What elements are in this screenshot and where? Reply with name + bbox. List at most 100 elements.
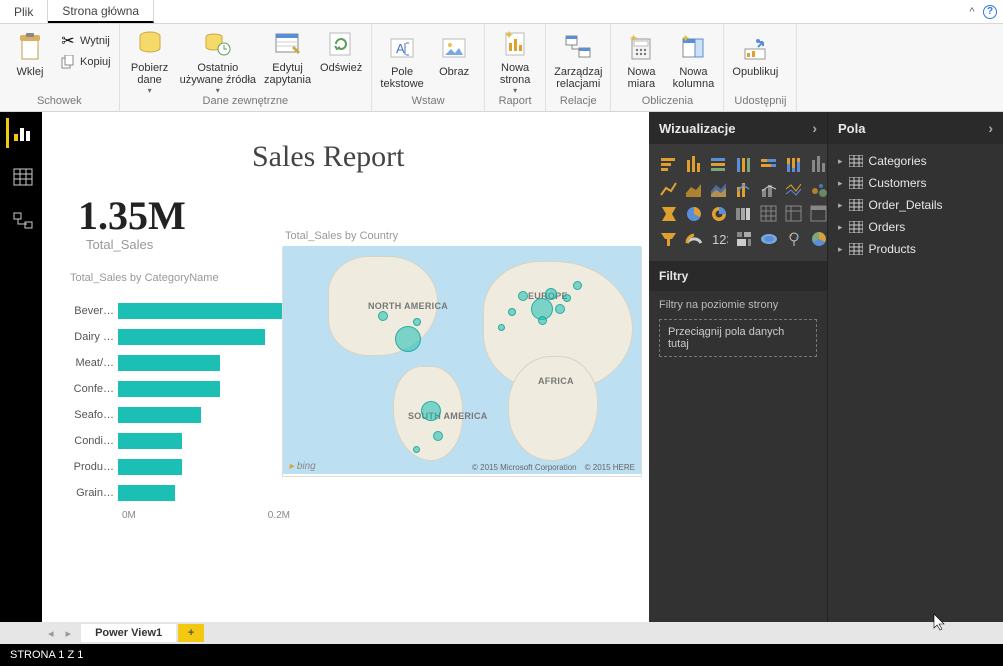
- viz-type-button[interactable]: [682, 152, 704, 174]
- viz-type-button[interactable]: [782, 202, 804, 224]
- viz-type-button[interactable]: [807, 152, 829, 174]
- map-card[interactable]: Total_Sales by Country NORTH AMERICA SOU…: [282, 247, 642, 477]
- visualizations-header[interactable]: Wizualizacje ›: [649, 112, 827, 144]
- bar-row[interactable]: Produ…: [70, 454, 290, 480]
- add-page-button[interactable]: +: [178, 624, 204, 642]
- recent-sources-button[interactable]: Ostatnio używane źródła ▾: [178, 26, 258, 95]
- new-page-button[interactable]: ✦ Nowa strona ▾: [491, 26, 539, 95]
- bar-row[interactable]: Grain…: [70, 480, 290, 506]
- new-measure-button[interactable]: ✦ Nowa miara: [617, 30, 665, 90]
- field-table-row[interactable]: ▸Products: [832, 238, 999, 260]
- page-filters-label: Filtry na poziomie strony: [659, 299, 817, 311]
- paste-button[interactable]: Wklej: [6, 30, 54, 78]
- cut-button[interactable]: ✂ Wytnij: [58, 30, 113, 50]
- viz-type-button[interactable]: [657, 202, 679, 224]
- measure-icon: ✦: [625, 32, 657, 64]
- field-table-row[interactable]: ▸Customers: [832, 172, 999, 194]
- viz-type-button[interactable]: [757, 152, 779, 174]
- viz-type-button[interactable]: [807, 202, 829, 224]
- svg-text:A: A: [396, 41, 405, 56]
- svg-text:✦: ✦: [681, 33, 690, 45]
- report-view-button[interactable]: [6, 118, 36, 148]
- viz-icon: 123: [709, 229, 728, 248]
- status-bar: STRONA 1 Z 1: [0, 644, 1003, 666]
- page-prev-icon[interactable]: ◂: [42, 627, 60, 640]
- viz-type-button[interactable]: [657, 227, 679, 249]
- image-button[interactable]: Obraz: [430, 30, 478, 78]
- report-canvas[interactable]: Sales Report 1.35M Total_Sales Total_Sal…: [42, 112, 649, 622]
- field-table-row[interactable]: ▸Orders: [832, 216, 999, 238]
- copy-button[interactable]: Kopiuj: [58, 51, 113, 71]
- field-table-row[interactable]: ▸ Categories: [832, 150, 999, 172]
- viz-type-button[interactable]: [757, 202, 779, 224]
- table-icon: [849, 177, 863, 189]
- page-tab[interactable]: Power View1: [81, 624, 176, 642]
- workspace: Sales Report 1.35M Total_Sales Total_Sal…: [0, 112, 1003, 622]
- viz-type-button[interactable]: [657, 177, 679, 199]
- manage-relations-button[interactable]: Zarządzaj relacjami: [552, 30, 604, 90]
- expand-icon: ▸: [838, 200, 843, 211]
- bar-row[interactable]: Confe…: [70, 376, 290, 402]
- tab-file[interactable]: Plik: [0, 0, 48, 23]
- viz-type-button[interactable]: [682, 177, 704, 199]
- publish-button[interactable]: Opublikuj: [730, 30, 780, 78]
- viz-type-button[interactable]: [682, 227, 704, 249]
- bar-row[interactable]: Condi…: [70, 428, 290, 454]
- bar-category-label: Meat/…: [70, 357, 118, 369]
- viz-icon: [784, 154, 803, 173]
- group-label-share: Udostępnij: [730, 95, 790, 109]
- viz-type-button[interactable]: [782, 152, 804, 174]
- textbox-button[interactable]: A Pole tekstowe: [378, 30, 426, 90]
- get-data-button[interactable]: Pobierz dane ▾: [126, 26, 174, 95]
- viz-type-button[interactable]: [732, 202, 754, 224]
- expand-icon: ▸: [838, 156, 843, 167]
- viz-type-button[interactable]: 123: [707, 227, 729, 249]
- field-table-name: Categories: [869, 154, 927, 168]
- viz-type-button[interactable]: [707, 177, 729, 199]
- ribbon-group-relations: Zarządzaj relacjami Relacje: [546, 24, 611, 111]
- collapse-ribbon-icon[interactable]: ^: [961, 0, 983, 23]
- dropdown-icon: ▾: [216, 86, 220, 95]
- page-next-icon[interactable]: ▸: [60, 627, 78, 640]
- viz-type-button[interactable]: [782, 227, 804, 249]
- viz-type-button[interactable]: [732, 227, 754, 249]
- filters-header[interactable]: Filtry: [649, 261, 827, 291]
- tab-home[interactable]: Strona główna: [48, 0, 154, 23]
- viz-icon: [659, 204, 678, 223]
- dropdown-icon: ▾: [148, 86, 152, 95]
- viz-type-button[interactable]: [732, 152, 754, 174]
- new-column-button[interactable]: ✦ Nowa kolumna: [669, 30, 717, 90]
- viz-type-button[interactable]: [757, 177, 779, 199]
- viz-type-button[interactable]: [782, 177, 804, 199]
- viz-type-button[interactable]: [757, 227, 779, 249]
- barchart-card[interactable]: Total_Sales by CategoryName Bever…Dairy …: [70, 272, 290, 521]
- group-label-clipboard: Schowek: [6, 95, 113, 109]
- viz-type-button[interactable]: [657, 152, 679, 174]
- help-icon[interactable]: ?: [983, 5, 997, 19]
- map-title: Total_Sales by Country: [285, 230, 641, 242]
- viz-type-button[interactable]: [732, 177, 754, 199]
- bar-row[interactable]: Bever…: [70, 298, 290, 324]
- bar-row[interactable]: Seafo…: [70, 402, 290, 428]
- bar-row[interactable]: Meat/…: [70, 350, 290, 376]
- filters-dropzone[interactable]: Przeciągnij pola danych tutaj: [659, 319, 817, 357]
- viz-type-button[interactable]: [707, 152, 729, 174]
- field-table-row[interactable]: ▸ Order_Details: [832, 194, 999, 216]
- viz-type-button[interactable]: [707, 202, 729, 224]
- viz-icon: [734, 179, 753, 198]
- viz-type-button[interactable]: [807, 177, 829, 199]
- model-view-button[interactable]: [6, 206, 36, 236]
- viz-type-button[interactable]: [807, 227, 829, 249]
- group-label-insert: Wstaw: [378, 95, 478, 109]
- kpi-card[interactable]: 1.35M Total_Sales: [78, 192, 186, 252]
- viz-type-button[interactable]: [682, 202, 704, 224]
- data-view-button[interactable]: [6, 162, 36, 192]
- edit-queries-button[interactable]: Edytuj zapytania: [262, 26, 313, 86]
- ribbon: Wklej ✂ Wytnij Kopiuj Schowek Pobierz da…: [0, 24, 1003, 112]
- viz-icon: [784, 179, 803, 198]
- bar-row[interactable]: Dairy …: [70, 324, 290, 350]
- refresh-button[interactable]: Odśwież: [317, 26, 365, 74]
- expand-icon: ▸: [838, 222, 843, 233]
- fields-header[interactable]: Pola ›: [828, 112, 1003, 144]
- field-table-name: Order_Details: [869, 198, 943, 212]
